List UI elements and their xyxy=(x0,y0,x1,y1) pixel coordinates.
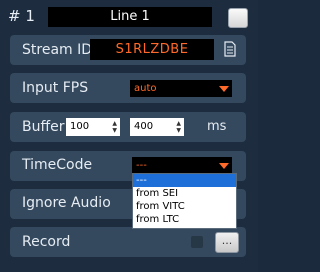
input-fps-label: Input FPS xyxy=(22,80,89,96)
stream-id-label: Stream ID xyxy=(22,42,93,58)
timecode-option[interactable]: --- xyxy=(133,174,236,187)
spinner-arrows-icon[interactable]: ▲ ▼ xyxy=(176,120,181,134)
timecode-option[interactable]: from VITC xyxy=(133,200,236,213)
spinner-arrows-icon[interactable]: ▲ ▼ xyxy=(112,120,117,134)
stream-id-row: Stream ID S1RLZDBE xyxy=(10,35,246,65)
buffer-unit: ms xyxy=(207,119,227,134)
buffer-max-spinbox[interactable]: 400 ▲ ▼ xyxy=(130,118,184,136)
timecode-select[interactable]: --- xyxy=(132,157,232,174)
timecode-option[interactable]: from LTC xyxy=(133,213,236,226)
document-icon[interactable] xyxy=(224,41,236,57)
record-row: Record ... xyxy=(10,227,246,257)
record-label: Record xyxy=(22,234,71,250)
buffer-row: Buffer 100 ▲ ▼ 400 ▲ ▼ ms xyxy=(10,112,246,142)
record-indicator xyxy=(191,236,203,248)
buffer-max-value: 400 xyxy=(134,121,154,132)
timecode-dropdown-list: --- from SEI from VITC from LTC xyxy=(132,173,237,229)
line-panel: # 1 Line 1 Stream ID S1RLZDBE Input FPS … xyxy=(0,0,258,272)
timecode-option[interactable]: from SEI xyxy=(133,187,236,200)
input-fps-row: Input FPS auto xyxy=(10,73,246,103)
record-browse-button[interactable]: ... xyxy=(215,232,239,253)
line-title-field[interactable]: Line 1 xyxy=(48,7,212,27)
chevron-down-icon xyxy=(219,163,229,169)
timecode-label: TimeCode xyxy=(22,157,93,173)
line-number: # 1 xyxy=(8,7,35,25)
stream-id-field[interactable]: S1RLZDBE xyxy=(90,39,214,60)
timecode-value: --- xyxy=(136,160,147,171)
chevron-down-icon xyxy=(219,86,229,92)
buffer-min-value: 100 xyxy=(70,121,90,132)
input-fps-value: auto xyxy=(134,83,157,94)
input-fps-select[interactable]: auto xyxy=(130,80,232,97)
buffer-min-spinbox[interactable]: 100 ▲ ▼ xyxy=(66,118,120,136)
buffer-label: Buffer xyxy=(22,119,65,135)
ignore-audio-label: Ignore Audio xyxy=(22,195,111,211)
enable-checkbox[interactable] xyxy=(228,8,248,28)
